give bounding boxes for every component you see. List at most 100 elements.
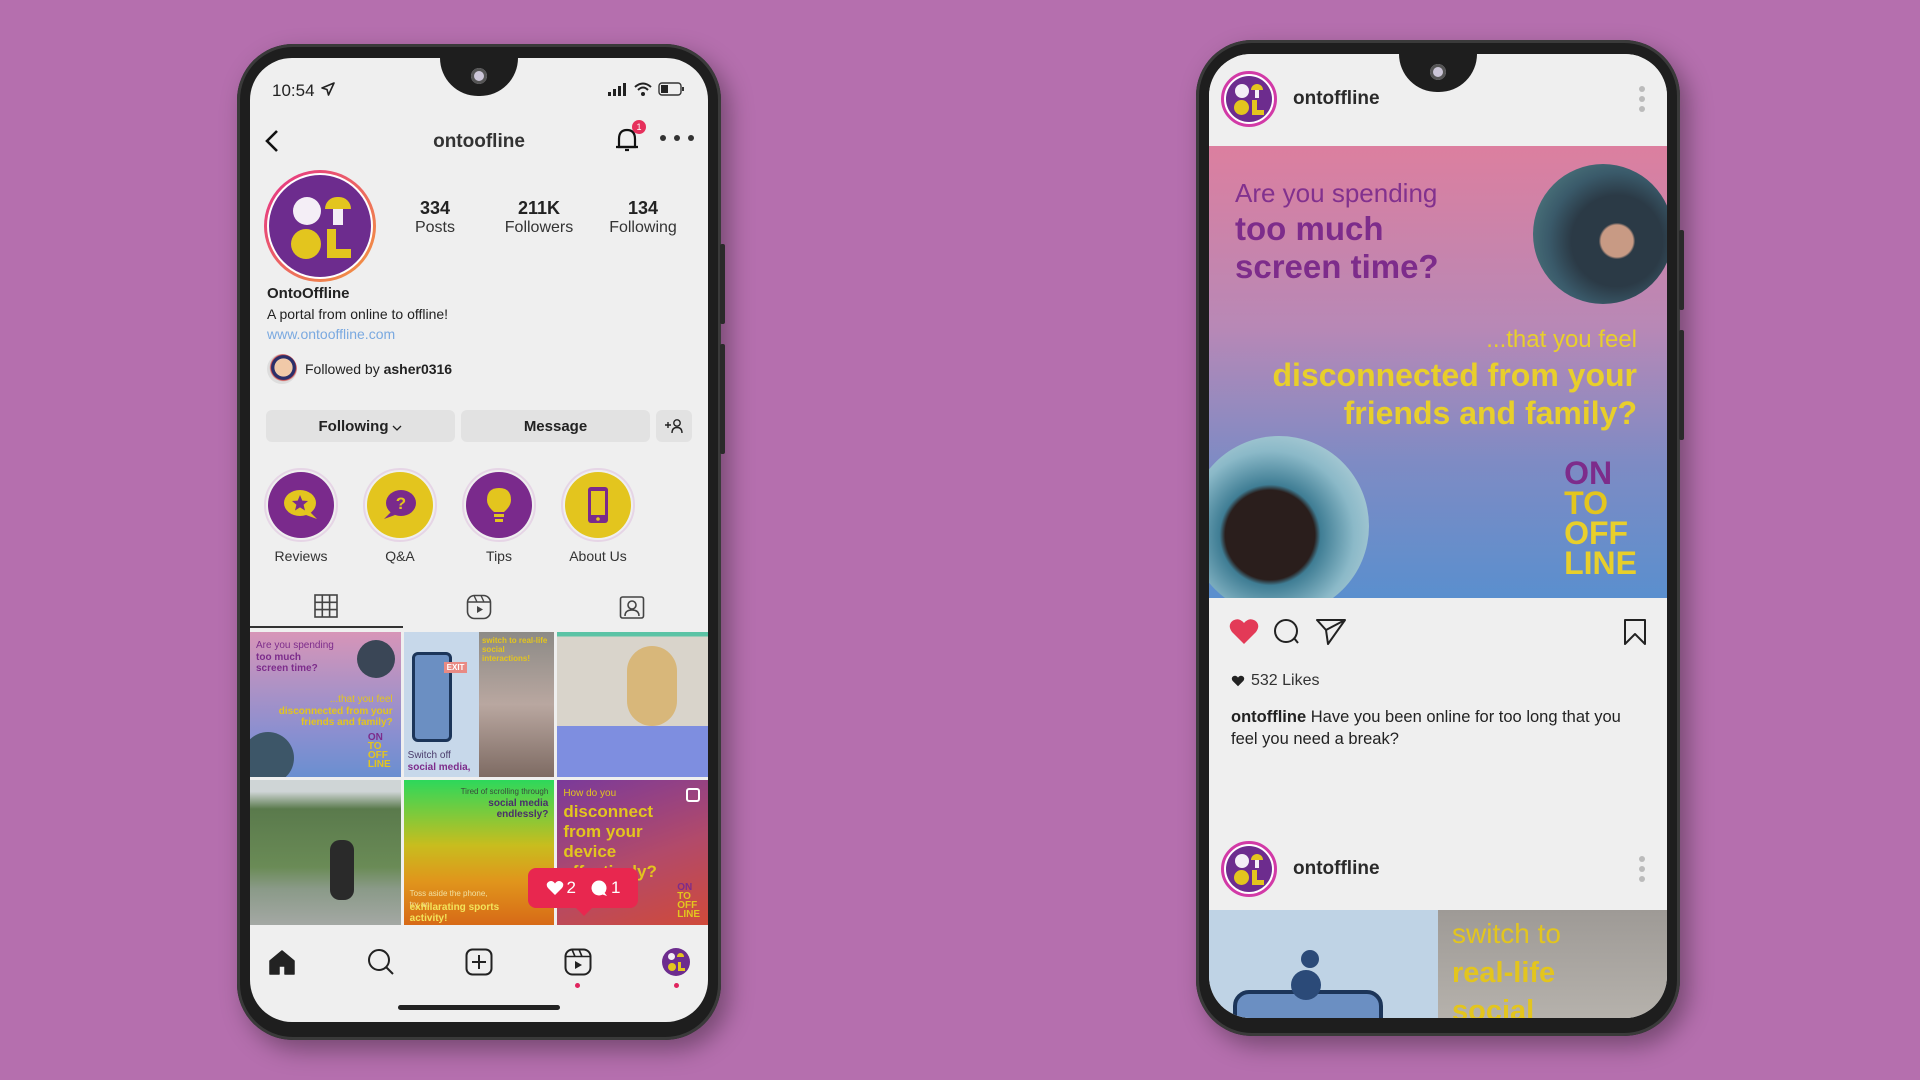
- nav-reels[interactable]: [562, 946, 594, 988]
- chevron-down-icon: [392, 418, 402, 435]
- post-image-text: ...that you feel: [1486, 326, 1637, 353]
- brand-mark: ON TO OFF LINE: [1564, 455, 1637, 581]
- add-post-icon: [465, 948, 493, 976]
- post-more-button[interactable]: [1639, 86, 1645, 112]
- post-photo-circle: [1533, 164, 1667, 304]
- highlight-reviews[interactable]: Reviews: [264, 468, 338, 564]
- post-actions: [1229, 616, 1647, 652]
- status-time: 10:54: [272, 81, 315, 100]
- notifications-button[interactable]: 1: [614, 120, 646, 159]
- highlight-label: Q&A: [385, 548, 415, 564]
- cellular-signal-icon: [608, 81, 628, 101]
- reels-icon: [564, 948, 591, 976]
- grid-icon: [314, 594, 339, 618]
- stat-value: 211K: [517, 198, 561, 218]
- message-button[interactable]: Message: [461, 410, 650, 442]
- highlight-qa[interactable]: ? Q&A: [363, 468, 437, 564]
- post-image-text: switch to: [1452, 918, 1561, 949]
- post-image[interactable]: Are you spending too much screen time? ..…: [1209, 146, 1667, 598]
- post-photo: [356, 640, 395, 678]
- bio-text: A portal from online to offline!: [267, 306, 449, 322]
- share-button[interactable]: [1315, 618, 1347, 651]
- stat-label: Followers: [504, 219, 574, 236]
- tooltip-comments: 1: [611, 878, 621, 897]
- send-icon: [1316, 618, 1346, 645]
- post-avatar[interactable]: [1221, 841, 1277, 897]
- comment-button[interactable]: [1273, 618, 1301, 651]
- post-username[interactable]: ontoffline: [1293, 88, 1380, 110]
- highlight-tips[interactable]: Tips: [462, 468, 536, 564]
- activity-tooltip: 2 1: [528, 868, 638, 916]
- bottom-nav: [250, 938, 708, 988]
- photo-panel: switch to real-lifesocialinteractions!: [1438, 910, 1667, 1018]
- profile-screen: 10:54 ontoofline 1 334 Posts 211K Follow…: [250, 58, 708, 1022]
- brand-mark: ON TO OFF LINE: [677, 882, 700, 920]
- profile-actions: Following Message: [266, 410, 692, 442]
- nav-create[interactable]: [463, 946, 495, 978]
- wifi-icon: [634, 81, 652, 101]
- save-button[interactable]: [1623, 618, 1647, 651]
- followed-by-username: asher0316: [383, 361, 453, 377]
- stat-posts[interactable]: 334 Posts: [390, 198, 480, 237]
- more-options-button[interactable]: [658, 130, 696, 142]
- heart-filled-icon: [1229, 619, 1259, 644]
- followed-by[interactable]: Followed by asher0316: [267, 354, 452, 384]
- volume-button: [720, 344, 725, 454]
- post-text: exhilarating sports activity!: [409, 902, 500, 924]
- highlight-about-us[interactable]: About Us: [561, 468, 635, 564]
- likes-count: 532 Likes: [1251, 672, 1320, 689]
- stat-followers[interactable]: 211K Followers: [494, 198, 584, 237]
- post-likes[interactable]: 532 Likes: [1231, 672, 1320, 690]
- stat-following[interactable]: 134 Following: [598, 198, 688, 237]
- post-image[interactable]: EXIT switch to real-lifesocialinteractio…: [1209, 910, 1667, 1018]
- post-username[interactable]: ontoffline: [1293, 858, 1380, 880]
- caption-username[interactable]: ontoffline: [1231, 708, 1306, 726]
- heart-icon: [1231, 675, 1245, 687]
- power-button: [720, 244, 725, 324]
- illustration-panel: EXIT: [1209, 910, 1438, 1018]
- feed-screen: ontoffline Are you spending too much scre…: [1209, 54, 1667, 1018]
- back-button[interactable]: [264, 128, 280, 159]
- home-indicator[interactable]: [398, 1005, 560, 1010]
- grid-post[interactable]: [557, 632, 708, 777]
- tagged-person-icon: [619, 596, 644, 619]
- grid-post[interactable]: EXIT Switch off social media, switch to …: [403, 632, 555, 777]
- post-more-button[interactable]: [1639, 856, 1645, 882]
- following-button[interactable]: Following: [266, 410, 455, 442]
- exit-badge: EXIT: [443, 662, 468, 673]
- reels-notification-dot: [575, 983, 580, 988]
- grid-post[interactable]: Are you spending too much screen time? .…: [250, 632, 401, 777]
- like-button[interactable]: [1229, 618, 1259, 650]
- nav-home[interactable]: [266, 946, 298, 978]
- brand-logo: [269, 175, 371, 277]
- post-photo: [250, 732, 294, 777]
- highlight-label: About Us: [569, 548, 627, 564]
- add-person-button[interactable]: [656, 410, 692, 442]
- post-text: Are you spending: [256, 640, 334, 651]
- post-avatar[interactable]: [1221, 71, 1277, 127]
- website-link[interactable]: www.ontooffline.com: [267, 324, 448, 344]
- tab-tagged[interactable]: [555, 586, 708, 628]
- nav-profile[interactable]: [660, 946, 692, 988]
- post-text: social media endlessly?: [488, 798, 549, 820]
- home-icon: [269, 950, 295, 975]
- nav-search[interactable]: [365, 946, 397, 978]
- tab-grid[interactable]: [250, 586, 403, 628]
- tooltip-likes: 2: [566, 878, 576, 897]
- volume-button: [1679, 330, 1684, 440]
- lightbulb-icon: [487, 488, 511, 522]
- post-image-text: disconnected from your friends and family…: [1272, 357, 1638, 431]
- tab-reels[interactable]: [403, 586, 556, 628]
- post-image-text: too much screen time?: [1235, 210, 1439, 285]
- grid-post[interactable]: [250, 780, 401, 925]
- comment-icon: [591, 880, 607, 896]
- post-photo-circle: [1209, 436, 1369, 598]
- stat-value: 134: [627, 198, 659, 218]
- profile-avatar-icon: [662, 948, 690, 976]
- power-button: [1679, 230, 1684, 310]
- profile-notification-dot: [673, 983, 679, 988]
- stat-label: Following: [609, 219, 677, 236]
- notification-badge: 1: [632, 120, 646, 134]
- front-camera: [1430, 64, 1446, 80]
- profile-avatar[interactable]: [264, 170, 376, 282]
